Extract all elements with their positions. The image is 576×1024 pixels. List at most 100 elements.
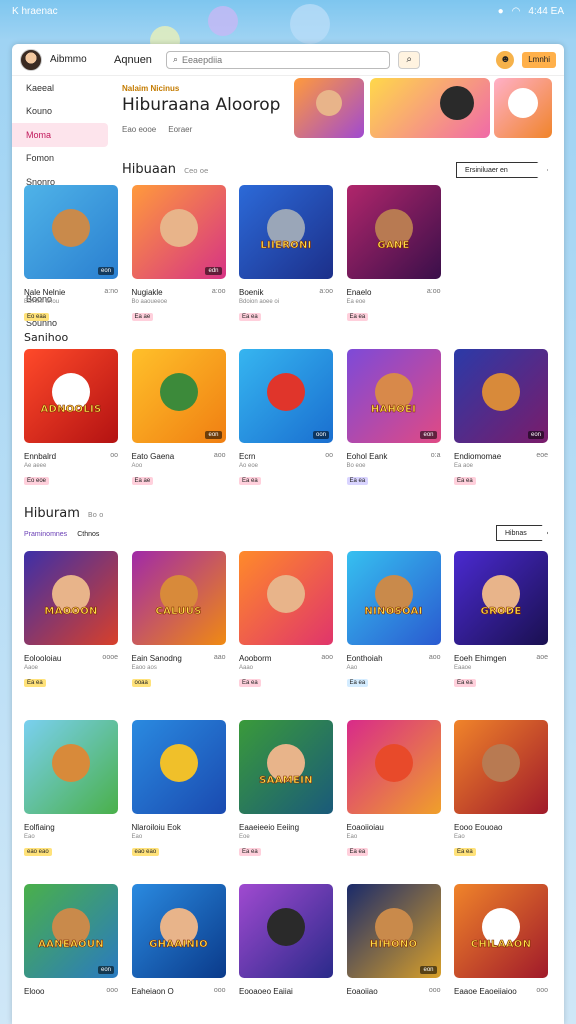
game-title[interactable]: Eaaoe Eaoeiiaioo <box>454 987 517 996</box>
hero-image[interactable] <box>294 78 364 138</box>
game-card[interactable]: oon Ecrn oo Ao eoe Ea ea <box>239 349 333 487</box>
tab-other[interactable]: Cthnos <box>77 531 99 538</box>
hero-link[interactable]: Eao eooe <box>122 125 156 134</box>
game-meta: aoo <box>213 452 226 459</box>
game-title[interactable]: Eato Gaena <box>132 452 175 461</box>
character-art <box>482 373 520 412</box>
game-title[interactable]: Eoaoiiao <box>347 987 378 996</box>
character-art <box>159 209 198 248</box>
game-card[interactable]: HAHOEI eon Eohol Eank o:a Bo eoe Ea ea <box>346 349 441 487</box>
game-title-row: Nugiakle a:oo <box>132 288 226 297</box>
game-thumbnail[interactable]: ADNOOLIS <box>24 349 118 443</box>
game-thumbnail[interactable]: eon <box>24 185 118 279</box>
game-card[interactable]: LIIERONI Boenik a:oo Bdoion aoee oi Ea ea <box>239 185 333 323</box>
sidebar-item[interactable]: Fomon <box>12 147 108 171</box>
game-thumbnail[interactable]: NINOSOAI <box>346 551 441 645</box>
action-button[interactable]: Lmnhi <box>522 51 556 68</box>
game-title-row: Eohol Eank o:a <box>347 452 441 461</box>
game-thumbnail[interactable] <box>239 551 333 645</box>
avatar[interactable] <box>20 48 42 71</box>
hero-image[interactable] <box>494 78 552 138</box>
game-card[interactable]: eon Eato Gaena aoo Aoo Ea ae <box>131 349 226 487</box>
game-title[interactable]: Boenik <box>239 288 263 297</box>
game-title[interactable]: Ennbalrd <box>24 452 56 461</box>
game-title[interactable]: Eolooloiau <box>24 654 61 663</box>
game-title[interactable]: Eohol Eank <box>347 452 388 461</box>
game-card[interactable]: Eooaoeo Eaiiai <box>239 884 333 996</box>
game-thumbnail[interactable] <box>454 720 548 814</box>
game-logo-text: SAAMEIN <box>259 774 313 786</box>
game-card[interactable]: Eoaoiioiau Eao Ea ea <box>346 720 441 858</box>
see-all-button[interactable]: Hibnas <box>496 525 548 541</box>
game-card[interactable]: eon Endiomomae eoe Ea aoe Ea ea <box>454 349 548 487</box>
game-thumbnail[interactable]: HAHOEI eon <box>346 349 441 443</box>
game-thumbnail[interactable]: edn <box>131 185 226 279</box>
game-title[interactable]: Nale Nelnie <box>24 288 65 297</box>
game-card[interactable]: HIHONO eon Eoaoiiao ooo <box>346 884 441 996</box>
game-thumbnail[interactable]: CHILAAON <box>454 884 548 978</box>
game-thumbnail[interactable]: eon <box>454 349 548 443</box>
hero-link[interactable]: Eoraer <box>168 125 192 134</box>
game-card[interactable]: ADNOOLIS Ennbalrd oo Ae aeee Eo eoe <box>24 349 118 487</box>
game-title[interactable]: Eonthoiah <box>347 654 383 663</box>
game-title[interactable]: Eaheiaon O <box>132 987 174 996</box>
profile-icon[interactable]: ☻ <box>496 50 515 69</box>
game-card[interactable]: GHAAINIO Eaheiaon O ooo <box>131 884 226 996</box>
game-card[interactable]: Eooo Eouoao Eao Ea ea <box>454 720 548 858</box>
game-thumbnail[interactable]: SAAMEIN <box>239 720 333 814</box>
game-title[interactable]: Eolfiaing <box>24 823 55 832</box>
game-title[interactable]: Eain Sanodng <box>132 654 182 663</box>
sidebar-item[interactable]: Kaeeal <box>12 76 108 100</box>
game-title[interactable]: Eoaoiioiau <box>347 823 384 832</box>
wifi-icon: ◠ <box>511 5 521 17</box>
game-title[interactable]: Eaaeieeio Eeiing <box>239 823 299 832</box>
game-title[interactable]: Eoeh Ehimgen <box>454 654 506 663</box>
game-card[interactable]: edn Nugiakle a:oo Bo aaoueeoe Ea ae <box>131 185 226 323</box>
game-title[interactable]: Endiomomae <box>454 452 501 461</box>
game-card[interactable]: GANE Enaelo a:oo Ea eoe Ea ea <box>346 185 441 323</box>
sidebar-item[interactable]: Moma <box>12 123 108 147</box>
game-card[interactable]: SAAMEIN Eaaeieeio Eeiing Eoe Ea ea <box>239 720 333 858</box>
game-thumbnail[interactable]: GHAAINIO <box>131 884 226 978</box>
game-card[interactable]: CHILAAON Eaaoe Eaoeiiaioo ooo <box>454 884 548 996</box>
search-input[interactable] <box>182 54 384 65</box>
game-card[interactable]: GRODE Eoeh Ehimgen aoe Eaaoe Ea ea <box>454 551 548 689</box>
game-card[interactable]: eon Nale Nelnie a:no Ealnuie anou Eo eaa <box>24 185 118 323</box>
search-box[interactable]: ⌕ <box>166 50 391 69</box>
game-card[interactable]: CALUUS Eain Sanodng aao Eaoo aos ooaa <box>131 551 226 689</box>
game-thumbnail[interactable]: LIIERONI <box>239 185 333 279</box>
game-title[interactable]: Aooborm <box>239 654 271 663</box>
game-title[interactable]: Ecrn <box>239 452 255 461</box>
game-thumbnail[interactable]: GANE <box>346 185 441 279</box>
game-thumbnail[interactable]: GRODE <box>454 551 548 645</box>
game-card[interactable]: MAOOON Eolooloiau oooe Aaoe Ea ea <box>24 551 118 689</box>
game-thumbnail[interactable]: CALUUS <box>131 551 226 645</box>
sidebar-item[interactable]: Kouno <box>12 100 108 124</box>
game-thumbnail[interactable] <box>346 720 441 814</box>
game-title[interactable]: Enaelo <box>347 288 372 297</box>
game-title[interactable]: Nugiakle <box>132 288 163 297</box>
game-thumbnail[interactable]: eon <box>131 349 226 443</box>
game-badge: Ea ae <box>131 477 154 485</box>
game-card[interactable]: NINOSOAI Eonthoiah aoo Aao Ea ea <box>346 551 441 689</box>
game-title[interactable]: Eooo Eouoao <box>454 823 503 832</box>
game-card[interactable]: AANEAOUN eon Elooo ooo <box>24 884 118 996</box>
game-thumbnail[interactable]: HIHONO eon <box>346 884 441 978</box>
game-card[interactable]: Eolfiaing Eao eao eao <box>24 720 118 858</box>
game-title[interactable]: Eooaoeo Eaiiai <box>239 987 293 996</box>
game-thumbnail[interactable] <box>239 884 333 978</box>
hero-image[interactable] <box>370 78 490 138</box>
game-thumbnail[interactable]: MAOOON <box>24 551 118 645</box>
thumbnail-tag: eon <box>205 431 222 439</box>
game-card[interactable]: Nlaroiloiu Eok Eao eao eao <box>131 720 226 858</box>
game-title[interactable]: Elooo <box>24 987 44 996</box>
game-thumbnail[interactable] <box>131 720 226 814</box>
see-all-button[interactable]: Ersiniluaer en <box>456 162 548 178</box>
search-button[interactable]: ⌕ <box>398 50 421 69</box>
game-title[interactable]: Nlaroiloiu Eok <box>132 823 181 832</box>
game-thumbnail[interactable]: AANEAOUN eon <box>24 884 118 978</box>
game-card[interactable]: Aooborm aoo Aaao Ea ea <box>239 551 333 689</box>
game-thumbnail[interactable] <box>24 720 118 814</box>
game-thumbnail[interactable]: oon <box>239 349 333 443</box>
tab-featured[interactable]: Praminomnes <box>24 531 67 538</box>
